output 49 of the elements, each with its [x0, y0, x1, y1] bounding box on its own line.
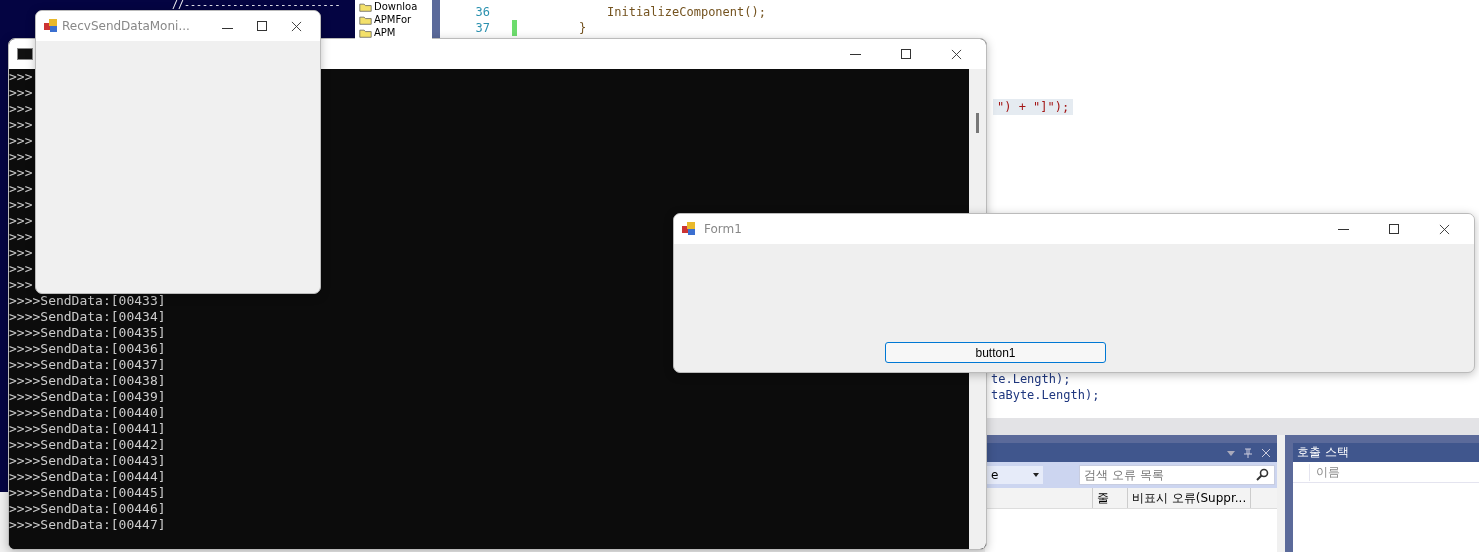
column-header[interactable]: 이름 [1309, 463, 1340, 481]
code-fragment: te.Length); [990, 371, 1072, 387]
code-comment: //-------------------------- [172, 0, 341, 10]
console-line: >>> [9, 101, 33, 117]
line-number: 36 [474, 5, 490, 19]
console-line: >>>>SendData:[00446] [9, 501, 166, 517]
console-line: >>>>SendData:[00439] [9, 389, 166, 405]
console-line: >>>>SendData:[00433] [9, 293, 166, 309]
console-line: >>> [9, 85, 33, 101]
console-line: >>> [9, 197, 33, 213]
console-line: >>> [9, 165, 33, 181]
window-title: Form1 [704, 222, 742, 236]
console-line: >>>>SendData:[00445] [9, 485, 166, 501]
tree-item[interactable]: APMFor [355, 13, 412, 26]
code-fragment: taByte.Length); [990, 387, 1101, 403]
column-header[interactable]: 비표시 오류(Suppr... [1128, 488, 1251, 508]
console-line: >>>>SendData:[00440] [9, 405, 166, 421]
tree-item[interactable]: Downloa [355, 0, 418, 13]
console-line: >>>>SendData:[00435] [9, 325, 166, 341]
console-line: >>> [9, 229, 33, 245]
panel-title: 호출 스택 [1297, 444, 1349, 461]
form-button[interactable]: button1 [885, 342, 1106, 363]
console-line: >>>>SendData:[00436] [9, 341, 166, 357]
console-line: >>>>SendData:[00434] [9, 309, 166, 325]
console-line: >>> [9, 277, 33, 293]
window-title: RecvSendDataMoni... [62, 19, 190, 33]
console-line: >>>>SendData:[00444] [9, 469, 166, 485]
console-line: >>>>SendData:[00447] [9, 517, 166, 533]
console-line: >>> [9, 133, 33, 149]
console-line: >>>>SendData:[00437] [9, 357, 166, 373]
code-line: } [578, 21, 587, 35]
console-line: >>>>SendData:[00441] [9, 421, 166, 437]
filter-dropdown[interactable]: e [985, 466, 1043, 484]
console-line: >>> [9, 117, 33, 133]
column-header[interactable]: 줄 [1093, 488, 1128, 508]
search-field[interactable]: 검색 오류 목록 [1079, 465, 1275, 485]
tree-item[interactable]: APM [355, 26, 396, 39]
line-number: 37 [474, 21, 490, 35]
console-line: >>> [9, 261, 33, 277]
code-fragment: ") + "]"); [993, 99, 1074, 115]
console-line: >>> [9, 245, 33, 261]
console-line: >>>>SendData:[00442] [9, 437, 166, 453]
console-line: >>>>SendData:[00443] [9, 453, 166, 469]
console-line: >>> [9, 213, 33, 229]
console-line: >>>>SendData:[00438] [9, 373, 166, 389]
code-line: InitializeComponent(); [606, 5, 766, 19]
console-line: >>> [9, 149, 33, 165]
console-line: >>> [9, 181, 33, 197]
console-line: >>> [9, 69, 33, 85]
